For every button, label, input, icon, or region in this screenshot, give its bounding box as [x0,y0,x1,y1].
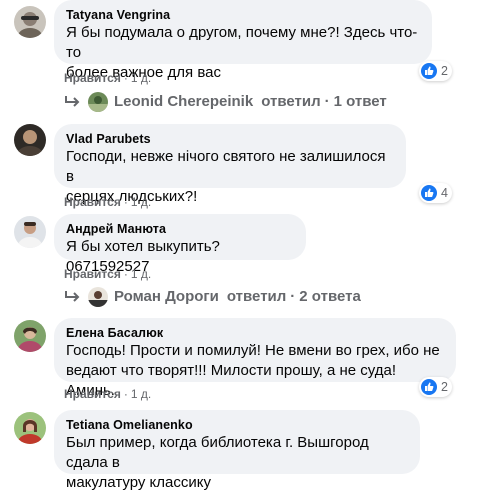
avatar[interactable] [14,320,46,352]
thumbs-up-icon [421,379,437,395]
reply-author: Роман Дороги [114,288,219,305]
separator-dot: · [324,93,330,110]
comment-text: Был пример, когда библиотека г. Вышгород… [66,434,369,491]
view-replies[interactable]: Роман Дороги ответил · 2 ответа [64,287,361,307]
comment-bubble: Vlad Parubets Господи, невже нічого свят… [54,124,406,205]
reply-arrow-icon [65,291,80,302]
reaction-number: 2 [441,64,448,78]
reply-count: 1 ответ [333,93,387,110]
like-button[interactable]: Нравится [64,267,121,281]
reaction-number: 2 [441,380,448,394]
separator-dot: · [123,387,128,401]
reply-avatar [88,92,108,112]
comment-author[interactable]: Vlad Parubets [66,131,394,147]
comment-bubble: Tetiana Omelianenko Был пример, когда би… [54,410,420,491]
like-button[interactable]: Нравится [64,71,121,85]
reply-avatar [88,287,108,307]
comment-bubble: Елена Басалюк Господь! Прости и помилуй!… [54,318,456,399]
reply-verb: ответил [261,93,321,110]
reply-count: 2 ответа [299,288,361,305]
separator-dot: · [290,288,296,305]
timestamp[interactable]: 1 д. [131,195,151,209]
timestamp[interactable]: 1 д. [131,71,151,85]
separator-dot: · [123,71,128,85]
comment-actions: Нравится · 1 д. [64,194,151,210]
comment-author[interactable]: Андрей Манюта [66,221,294,237]
separator-dot: · [123,195,128,209]
view-replies[interactable]: Leonid Cherepeinik ответил · 1 ответ [64,92,387,112]
avatar[interactable] [14,216,46,248]
reply-verb: ответил [226,288,287,305]
like-button[interactable]: Нравится [64,195,121,209]
comment-actions: Нравится · 1 д. [64,266,151,282]
timestamp[interactable]: 1 д. [131,387,151,401]
avatar[interactable] [14,412,46,444]
reaction-number: 4 [441,186,448,200]
thumbs-up-icon [421,185,437,201]
reaction-count[interactable]: 2 [419,377,452,397]
comment-bubble: Андрей Манюта Я бы хотел выкупить?067159… [54,214,306,275]
thumbs-up-icon [421,63,437,79]
like-button[interactable]: Нравится [64,387,121,401]
reply-arrow-icon [65,96,80,107]
separator-dot: · [123,267,128,281]
reaction-count[interactable]: 4 [419,183,452,203]
comment-author[interactable]: Tatyana Vengrina [66,7,420,23]
comment-actions: Нравится · 1 д. [64,386,151,402]
comment-author[interactable]: Елена Басалюк [66,325,444,341]
timestamp[interactable]: 1 д. [131,267,151,281]
comment-actions: Нравится · 1 д. [64,70,151,86]
reaction-count[interactable]: 2 [419,61,452,81]
avatar[interactable] [14,6,46,38]
reply-author: Leonid Cherepeinik [114,93,254,110]
comment-bubble: Tatyana Vengrina Я бы подумала о другом,… [54,0,432,81]
comment-author[interactable]: Tetiana Omelianenko [66,417,408,433]
avatar[interactable] [14,124,46,156]
